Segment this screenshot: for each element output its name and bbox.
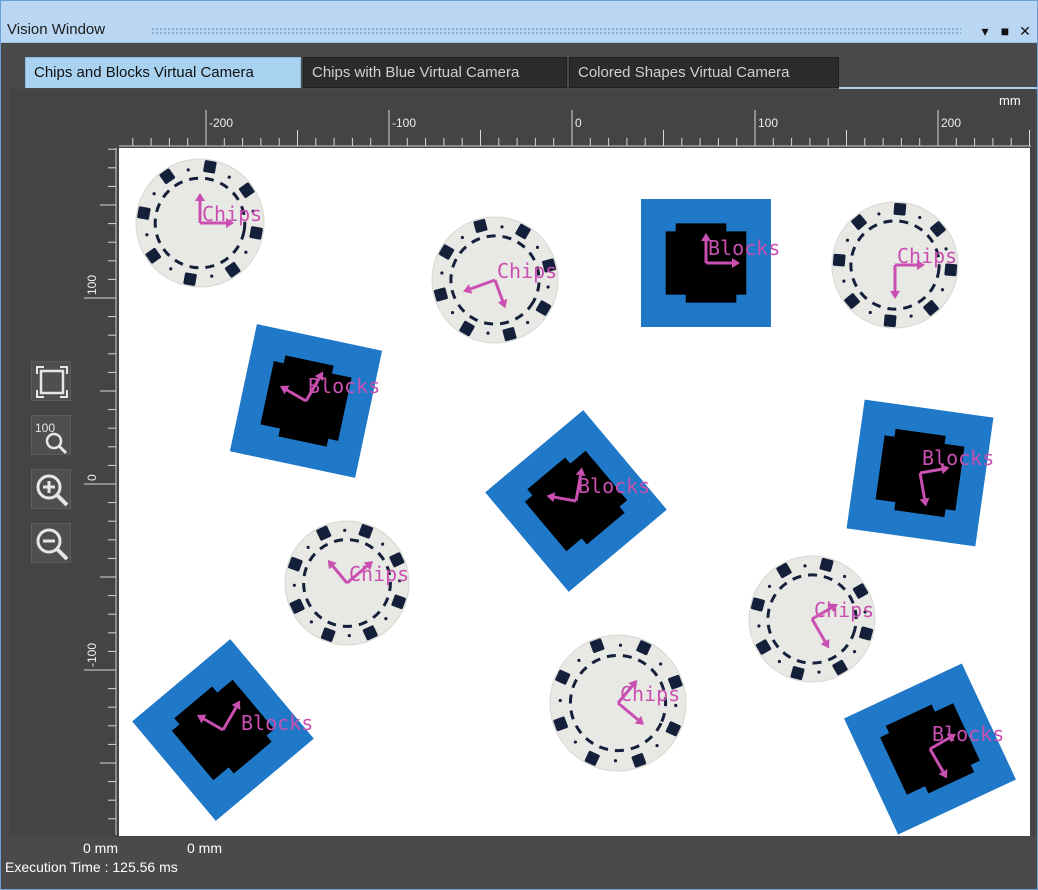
ruler-label-h: -100 — [392, 116, 416, 130]
block-object: Blocks — [229, 324, 383, 478]
chips-label: Chips — [620, 682, 680, 706]
ruler-label-h: 0 — [575, 116, 582, 130]
ruler-label-h: 200 — [941, 116, 961, 130]
y-coordinate: 0 mm — [187, 840, 222, 856]
execution-time: Execution Time : 125.56 ms — [5, 859, 178, 875]
zoom-out-icon — [36, 528, 69, 561]
zoom-out-button[interactable] — [31, 523, 71, 563]
chip-object: Chips — [284, 520, 410, 646]
ruler-label-v: -100 — [85, 643, 99, 667]
block-object: Blocks — [844, 663, 1016, 835]
chip-object: Chips — [748, 555, 876, 683]
block-object: Blocks — [485, 410, 667, 592]
block-object: Blocks — [641, 199, 780, 327]
chips-label: Chips — [897, 244, 957, 268]
blocks-label: Blocks — [932, 722, 1004, 746]
scene: Chips Chips Chips Chips Chips Chips Blocks Bloc… — [132, 158, 1016, 835]
chip-object: Chips — [431, 216, 559, 344]
chip-object: Chips — [135, 158, 265, 288]
zoom-in-button[interactable] — [31, 469, 71, 509]
x-coordinate: 0 mm — [83, 840, 118, 856]
vision-window: Vision Window ▾ ■ ✕ Chips and Blocks Vir… — [0, 0, 1038, 890]
zoom-100-icon: 100 — [35, 421, 68, 455]
blocks-label: Blocks — [241, 711, 313, 735]
chips-label: Chips — [349, 562, 409, 586]
blocks-label: Blocks — [578, 474, 650, 498]
fit-to-window-button[interactable] — [31, 361, 71, 401]
status-bar: 0 mm 0 mm Execution Time : 125.56 ms — [1, 837, 1037, 889]
camera-viewport[interactable]: Chips Chips Chips Chips Chips Chips Blocks Bloc… — [119, 148, 1030, 836]
chip-object: Chips — [831, 201, 959, 329]
block-object: Blocks — [132, 639, 314, 821]
zoom-in-icon — [36, 474, 69, 507]
chips-label: Chips — [497, 259, 557, 283]
ruler-label-v: 0 — [85, 474, 99, 481]
ruler-label-v: 100 — [85, 275, 99, 295]
chips-label: Chips — [814, 598, 874, 622]
chip-object: Chips — [549, 634, 687, 772]
block-object: Blocks — [846, 399, 994, 547]
fit-to-window-icon — [36, 366, 68, 398]
blocks-label: Blocks — [922, 446, 994, 470]
blocks-label: Blocks — [308, 374, 380, 398]
blocks-label: Blocks — [708, 236, 780, 260]
zoom-100-button[interactable]: 100 — [31, 415, 71, 455]
ruler-label-h: -200 — [209, 116, 233, 130]
ruler-label-h: 100 — [758, 116, 778, 130]
svg-text:100: 100 — [35, 421, 55, 435]
chips-label: Chips — [202, 202, 262, 226]
